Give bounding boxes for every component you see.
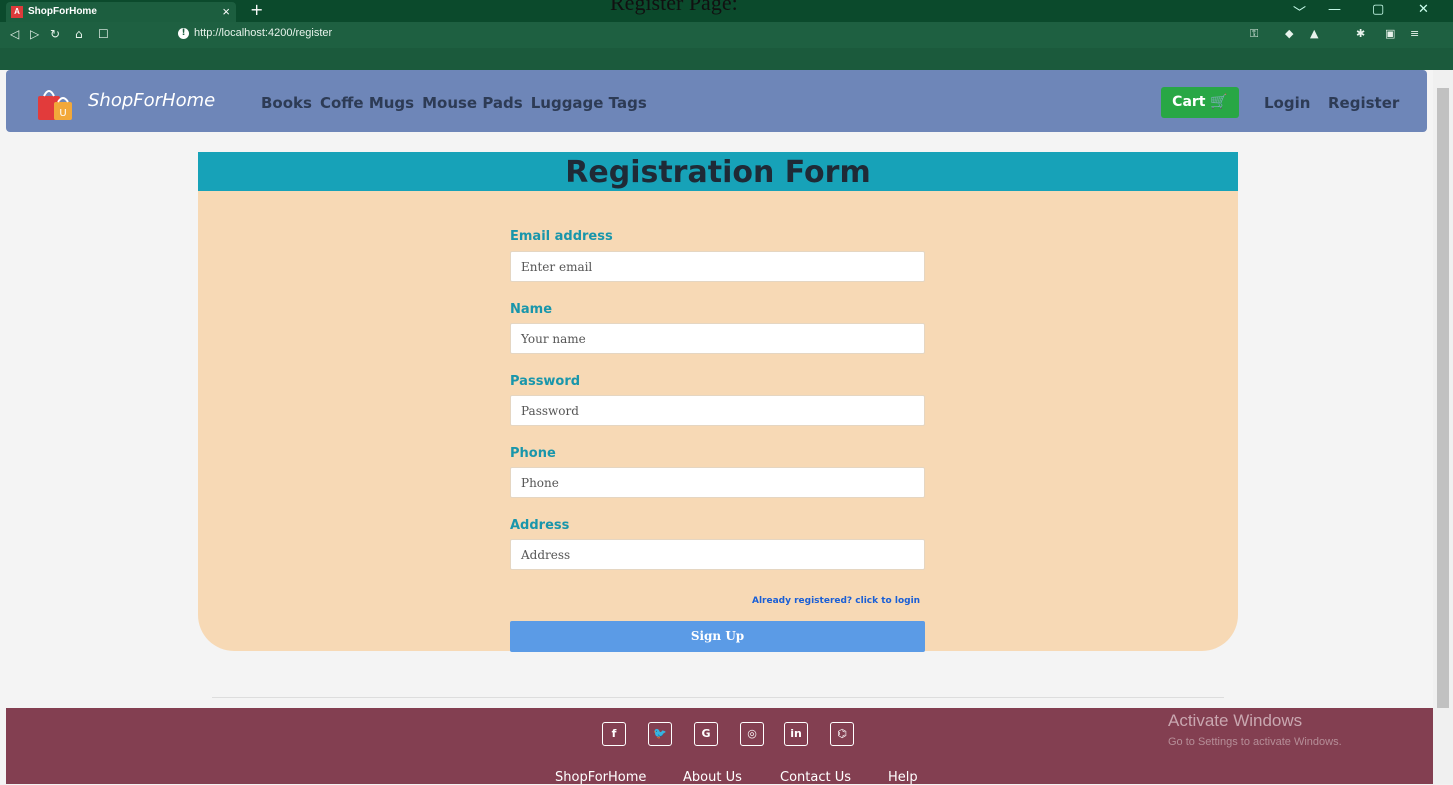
tab-title: ShopForHome [28, 6, 97, 17]
facebook-icon[interactable]: f [602, 722, 626, 746]
shield-icon[interactable]: ◆ [1285, 27, 1293, 40]
menu-icon[interactable]: ≡ [1410, 27, 1419, 40]
cart-button[interactable]: Cart 🛒 [1161, 87, 1239, 118]
twitter-icon[interactable]: 🐦 [648, 722, 672, 746]
address-bar[interactable]: http://localhost:4200/register [194, 27, 332, 39]
extensions-icon[interactable]: ✱ [1356, 27, 1365, 40]
key-icon[interactable]: ⚿ [1250, 27, 1258, 41]
address-field[interactable]: Address [510, 539, 925, 570]
site-info-icon[interactable]: ! [178, 28, 189, 39]
new-tab-button[interactable]: + [250, 0, 263, 19]
instagram-icon[interactable]: ◎ [740, 722, 764, 746]
password-label: Password [510, 374, 581, 389]
footer-link-about-us[interactable]: About Us [683, 770, 742, 785]
maximize-button[interactable]: ▢ [1372, 2, 1384, 17]
footer-divider [212, 697, 1224, 698]
linkedin-icon[interactable]: in [784, 722, 808, 746]
nav-link-mouse-pads[interactable]: Mouse Pads [422, 94, 523, 112]
minimize-button[interactable]: — [1328, 2, 1341, 17]
tab-search-icon[interactable]: ﹀ [1293, 2, 1306, 21]
footer-link-help[interactable]: Help [888, 770, 918, 785]
shopping-bags-logo-icon[interactable]: U [36, 84, 78, 122]
password-field[interactable]: Password [510, 395, 925, 426]
tab-close-icon[interactable]: × [222, 4, 230, 19]
nav-link-books[interactable]: Books [261, 94, 312, 112]
forward-icon[interactable]: ▷ [30, 27, 39, 41]
github-icon[interactable]: ⌬ [830, 722, 854, 746]
scrollbar-thumb[interactable] [1437, 88, 1449, 708]
cart-icon: 🛒 [1210, 94, 1228, 110]
back-icon[interactable]: ◁ [10, 27, 19, 41]
phone-label: Phone [510, 446, 556, 461]
name-field[interactable]: Your name [510, 323, 925, 354]
footer-link-contact-us[interactable]: Contact Us [780, 770, 851, 785]
address-label: Address [510, 518, 570, 533]
sign-up-button[interactable]: Sign Up [510, 621, 925, 652]
home-icon[interactable]: ⌂ [75, 27, 83, 41]
bookmark-icon[interactable]: ☐ [98, 27, 109, 41]
email-label: Email address [510, 229, 613, 244]
reload-icon[interactable]: ↻ [50, 27, 60, 41]
footer-link-shopforhome[interactable]: ShopForHome [555, 770, 646, 785]
email-field[interactable]: Enter email [510, 251, 925, 282]
wallet-icon[interactable]: ▣ [1385, 27, 1395, 40]
page-caption: Register Page: [610, 0, 738, 15]
brand-name[interactable]: ShopForHome [88, 90, 215, 111]
login-link[interactable]: Login [1264, 94, 1310, 112]
name-label: Name [510, 302, 553, 317]
activate-windows-subtitle: Go to Settings to activate Windows. [1168, 736, 1342, 748]
nav-link-coffe-mugs[interactable]: Coffe Mugs [320, 94, 414, 112]
nav-links: Books Coffe Mugs Mouse Pads Luggage Tags [261, 94, 655, 112]
cart-label: Cart [1172, 94, 1206, 110]
browser-toolbar: ◁ ▷ ↻ ⌂ ☐ ! http://localhost:4200/regist… [0, 22, 1453, 70]
nav-link-luggage-tags[interactable]: Luggage Tags [531, 94, 647, 112]
svg-text:U: U [59, 108, 66, 119]
browser-tab[interactable]: A ShopForHome × [6, 2, 236, 22]
login-redirect-link[interactable]: Already registered? click to login [752, 596, 920, 606]
activate-windows-title: Activate Windows [1168, 711, 1303, 730]
close-window-button[interactable]: ✕ [1418, 2, 1429, 17]
site-navbar: U ShopForHome Books Coffe Mugs Mouse Pad… [6, 70, 1427, 132]
register-link[interactable]: Register [1328, 94, 1399, 112]
angular-favicon-icon: A [11, 6, 23, 18]
form-title: Registration Form [565, 155, 871, 190]
google-icon[interactable]: G [694, 722, 718, 746]
phone-field[interactable]: Phone [510, 467, 925, 498]
triangle-icon[interactable]: ▲ [1310, 27, 1318, 40]
